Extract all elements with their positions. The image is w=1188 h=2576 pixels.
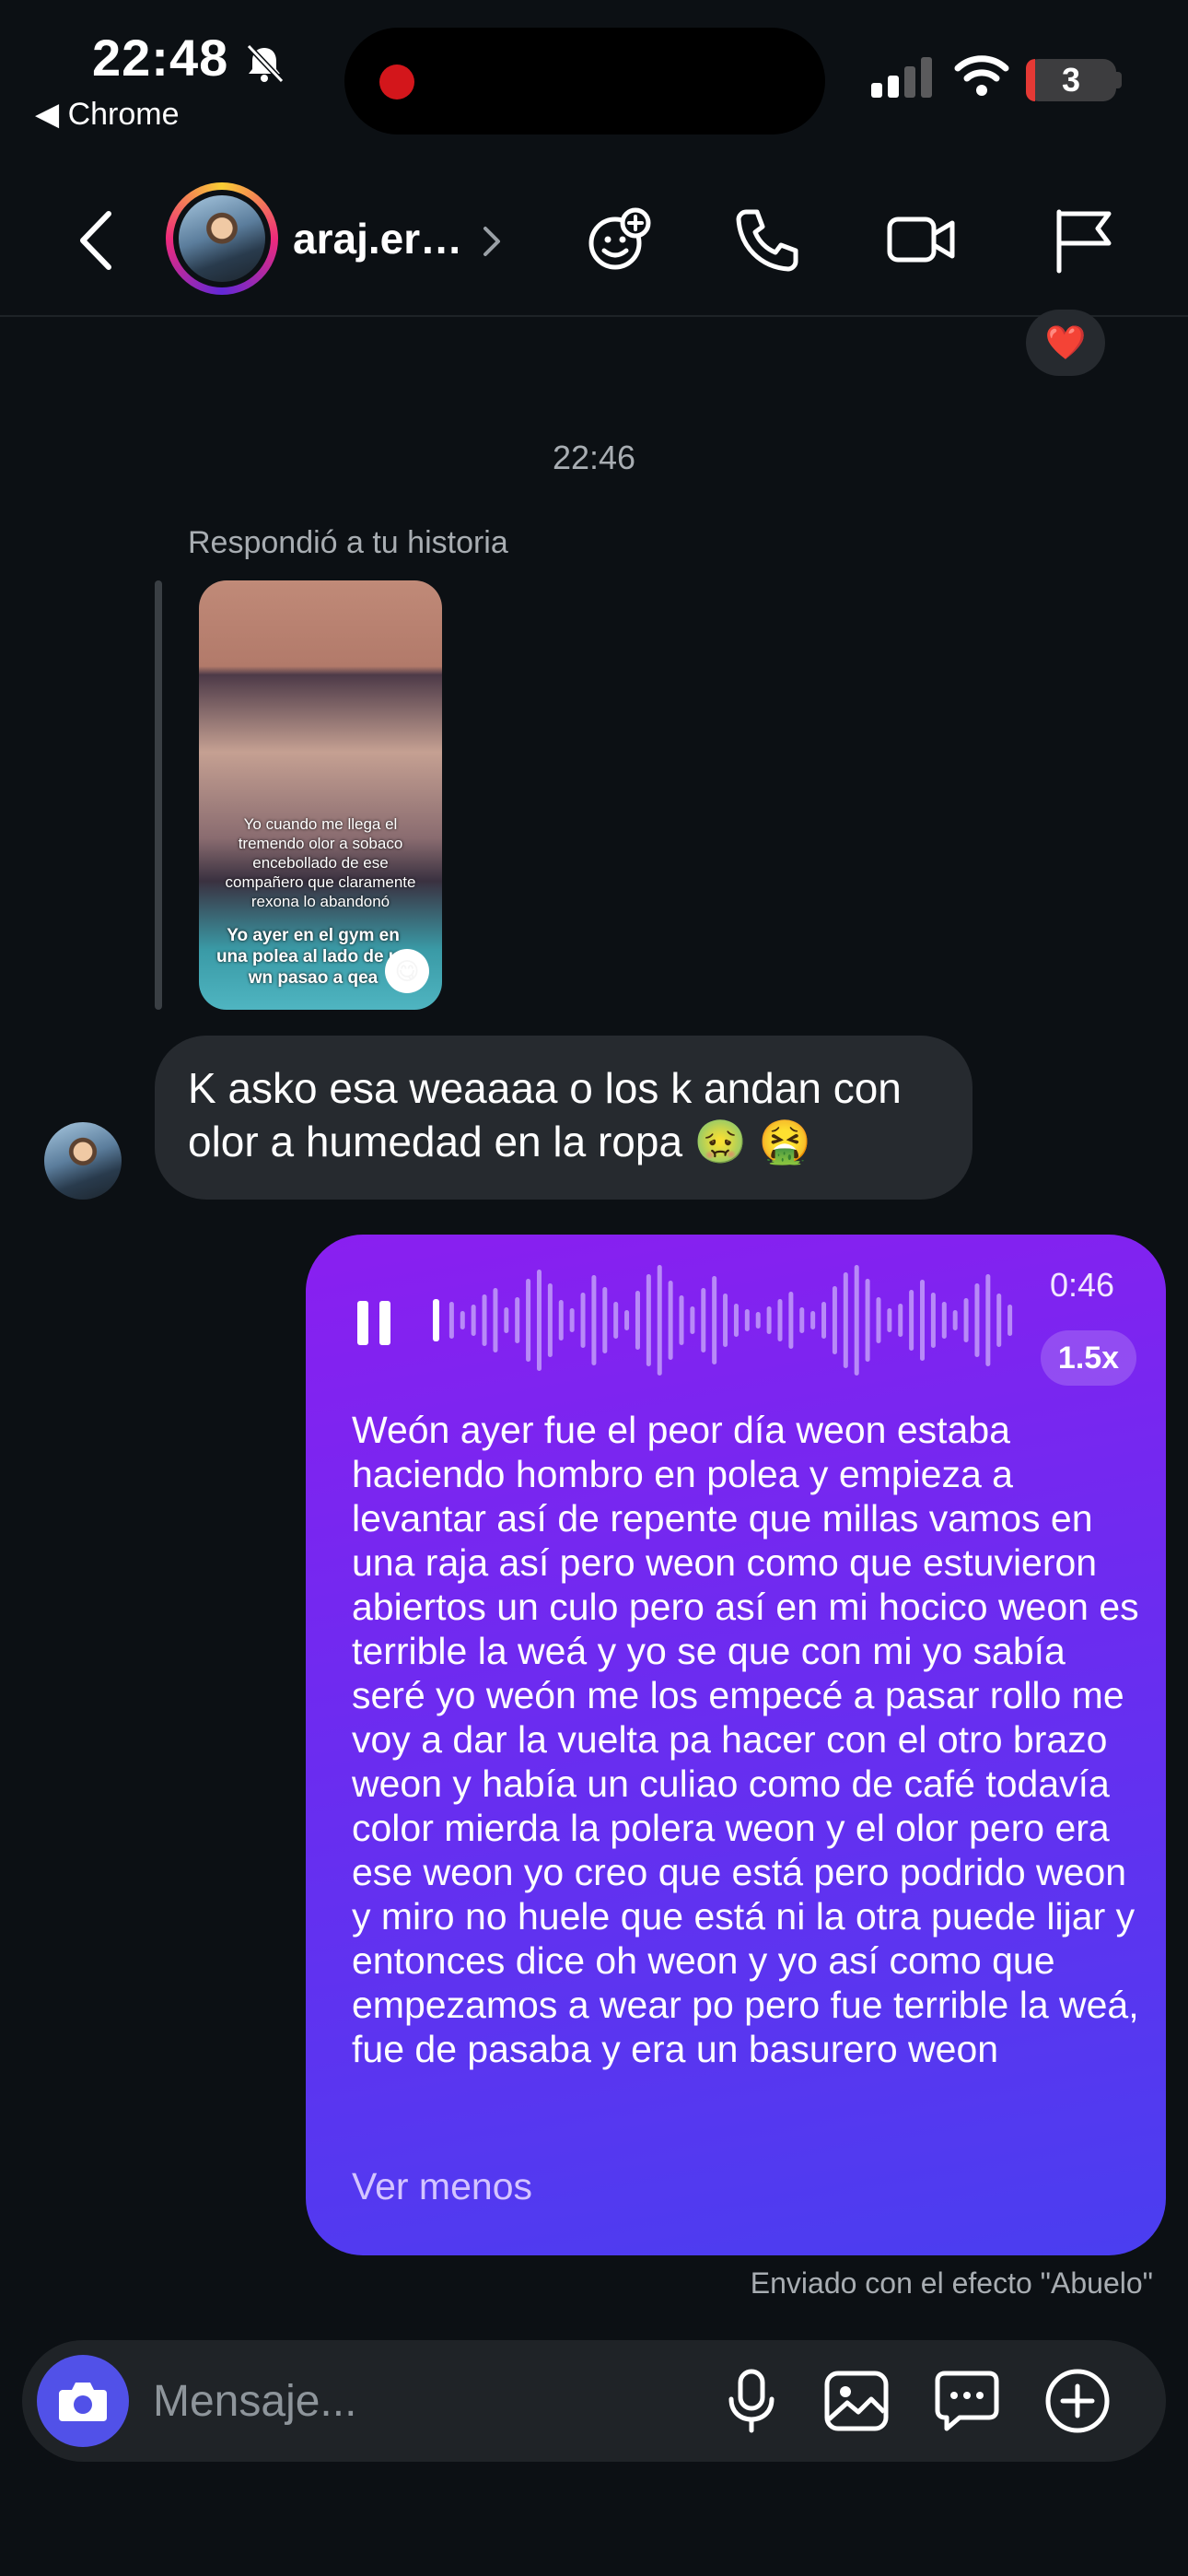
waveform-bar xyxy=(755,1312,761,1329)
waveform-bar xyxy=(887,1308,892,1332)
message-timestamp: 22:46 xyxy=(552,439,636,476)
waveform-bar xyxy=(766,1306,772,1334)
waveform-bar xyxy=(569,1308,575,1332)
waveform-bar xyxy=(493,1288,498,1352)
recording-indicator xyxy=(379,64,414,100)
waveform-bar xyxy=(613,1302,619,1339)
waveform-bar xyxy=(799,1307,805,1333)
waveform-bar xyxy=(536,1270,542,1371)
waveform-bar xyxy=(832,1286,837,1354)
waveform-bar xyxy=(460,1311,465,1329)
waveform-bar xyxy=(690,1306,695,1334)
waveform-bar xyxy=(558,1300,564,1341)
waveform-bar xyxy=(952,1310,958,1330)
voice-transcript: Weón ayer fue el peor día weon estaba ha… xyxy=(352,1409,1139,2070)
waveform-bar xyxy=(602,1287,608,1353)
waveform-bar xyxy=(679,1295,684,1345)
incoming-message-text: K asko esa weaaaa o los k andan con olor… xyxy=(188,1064,902,1165)
playback-speed-button[interactable]: 1.5x xyxy=(1041,1330,1136,1386)
waveform-bar xyxy=(646,1274,651,1366)
wifi-icon xyxy=(954,55,1009,96)
story-caption: Yo cuando me llega el tremendo olor a so… xyxy=(225,815,416,910)
waveform-bar xyxy=(843,1272,848,1368)
sticker-effects-icon[interactable] xyxy=(584,205,654,275)
avatar[interactable] xyxy=(179,195,265,282)
header-divider xyxy=(0,315,1188,317)
waveform-bar xyxy=(657,1265,662,1376)
story-sticker: 😋 xyxy=(385,949,429,993)
waveform-bar xyxy=(635,1291,640,1350)
waveform-bar xyxy=(963,1298,969,1342)
waveform-bar xyxy=(930,1293,936,1348)
flag-icon[interactable] xyxy=(1050,205,1120,275)
battery-percentage: 3 xyxy=(1061,61,1081,99)
waveform-bar xyxy=(526,1279,531,1362)
username[interactable]: araj.er… xyxy=(293,214,462,263)
bell-slash-icon xyxy=(246,43,285,84)
waveform-bar xyxy=(723,1294,728,1347)
waveform-bar xyxy=(1007,1305,1013,1336)
waveform-bar xyxy=(909,1290,914,1351)
message-input[interactable] xyxy=(153,2373,669,2429)
waveform-bar xyxy=(701,1288,706,1352)
back-to-chrome-link[interactable]: ◀ Chrome xyxy=(35,96,180,133)
camera-icon[interactable] xyxy=(57,2377,109,2425)
waveform-bar xyxy=(624,1310,630,1330)
waveform-bar xyxy=(504,1307,509,1333)
plus-circle-icon[interactable] xyxy=(1042,2366,1112,2436)
waveform-bar xyxy=(733,1304,739,1337)
waveform-bar xyxy=(580,1293,586,1348)
gallery-icon[interactable] xyxy=(821,2366,891,2436)
waveform-bar xyxy=(788,1292,794,1349)
waveform-bar xyxy=(996,1294,1002,1347)
waveform-bar xyxy=(547,1283,553,1357)
waveform-bar xyxy=(712,1276,717,1364)
waveform-bar xyxy=(810,1311,816,1329)
phone-icon[interactable] xyxy=(733,205,803,275)
battery-tip xyxy=(1116,72,1122,88)
waveform-bar xyxy=(821,1302,827,1339)
waveform-bar xyxy=(941,1302,947,1339)
sticker-chat-icon[interactable] xyxy=(932,2366,1002,2436)
chevron-right-icon[interactable] xyxy=(481,223,503,260)
playhead-marker xyxy=(433,1299,439,1341)
waveform-bar xyxy=(920,1280,926,1361)
audio-waveform[interactable] xyxy=(433,1260,1013,1380)
heart-reaction[interactable]: ❤️ xyxy=(1026,310,1105,376)
sender-avatar[interactable] xyxy=(44,1122,122,1200)
status-time: 22:48 xyxy=(92,29,229,87)
waveform-bar xyxy=(876,1297,881,1343)
waveform-bar xyxy=(974,1283,980,1357)
waveform-bar xyxy=(482,1294,487,1346)
voice-duration: 0:46 xyxy=(1050,1266,1115,1304)
waveform-bar xyxy=(854,1265,859,1376)
show-less-link[interactable]: Ver menos xyxy=(352,2165,532,2208)
waveform-bar xyxy=(591,1275,597,1365)
waveform-bar xyxy=(744,1309,750,1331)
waveform-bar xyxy=(448,1302,454,1339)
signal-icon xyxy=(871,57,932,98)
story-caption-secondary: Yo ayer en el gym en una polea al lado d… xyxy=(215,926,411,988)
pause-icon[interactable] xyxy=(354,1297,394,1349)
waveform-bar xyxy=(668,1281,673,1360)
back-chevron-icon[interactable] xyxy=(74,208,120,273)
microphone-icon[interactable] xyxy=(716,2366,786,2436)
waveform-bar xyxy=(898,1304,903,1337)
effect-note: Enviado con el efecto "Abuelo" xyxy=(750,2266,1153,2300)
waveform-bar xyxy=(777,1299,783,1341)
dynamic-island xyxy=(344,28,825,135)
story-reply-label: Respondió a tu historia xyxy=(188,525,508,560)
reply-indicator-bar xyxy=(155,580,162,1010)
waveform-bar xyxy=(985,1274,991,1366)
waveform-bar xyxy=(471,1305,476,1336)
waveform-bar xyxy=(865,1279,870,1362)
waveform-bar xyxy=(515,1297,520,1343)
video-icon[interactable] xyxy=(886,205,956,275)
